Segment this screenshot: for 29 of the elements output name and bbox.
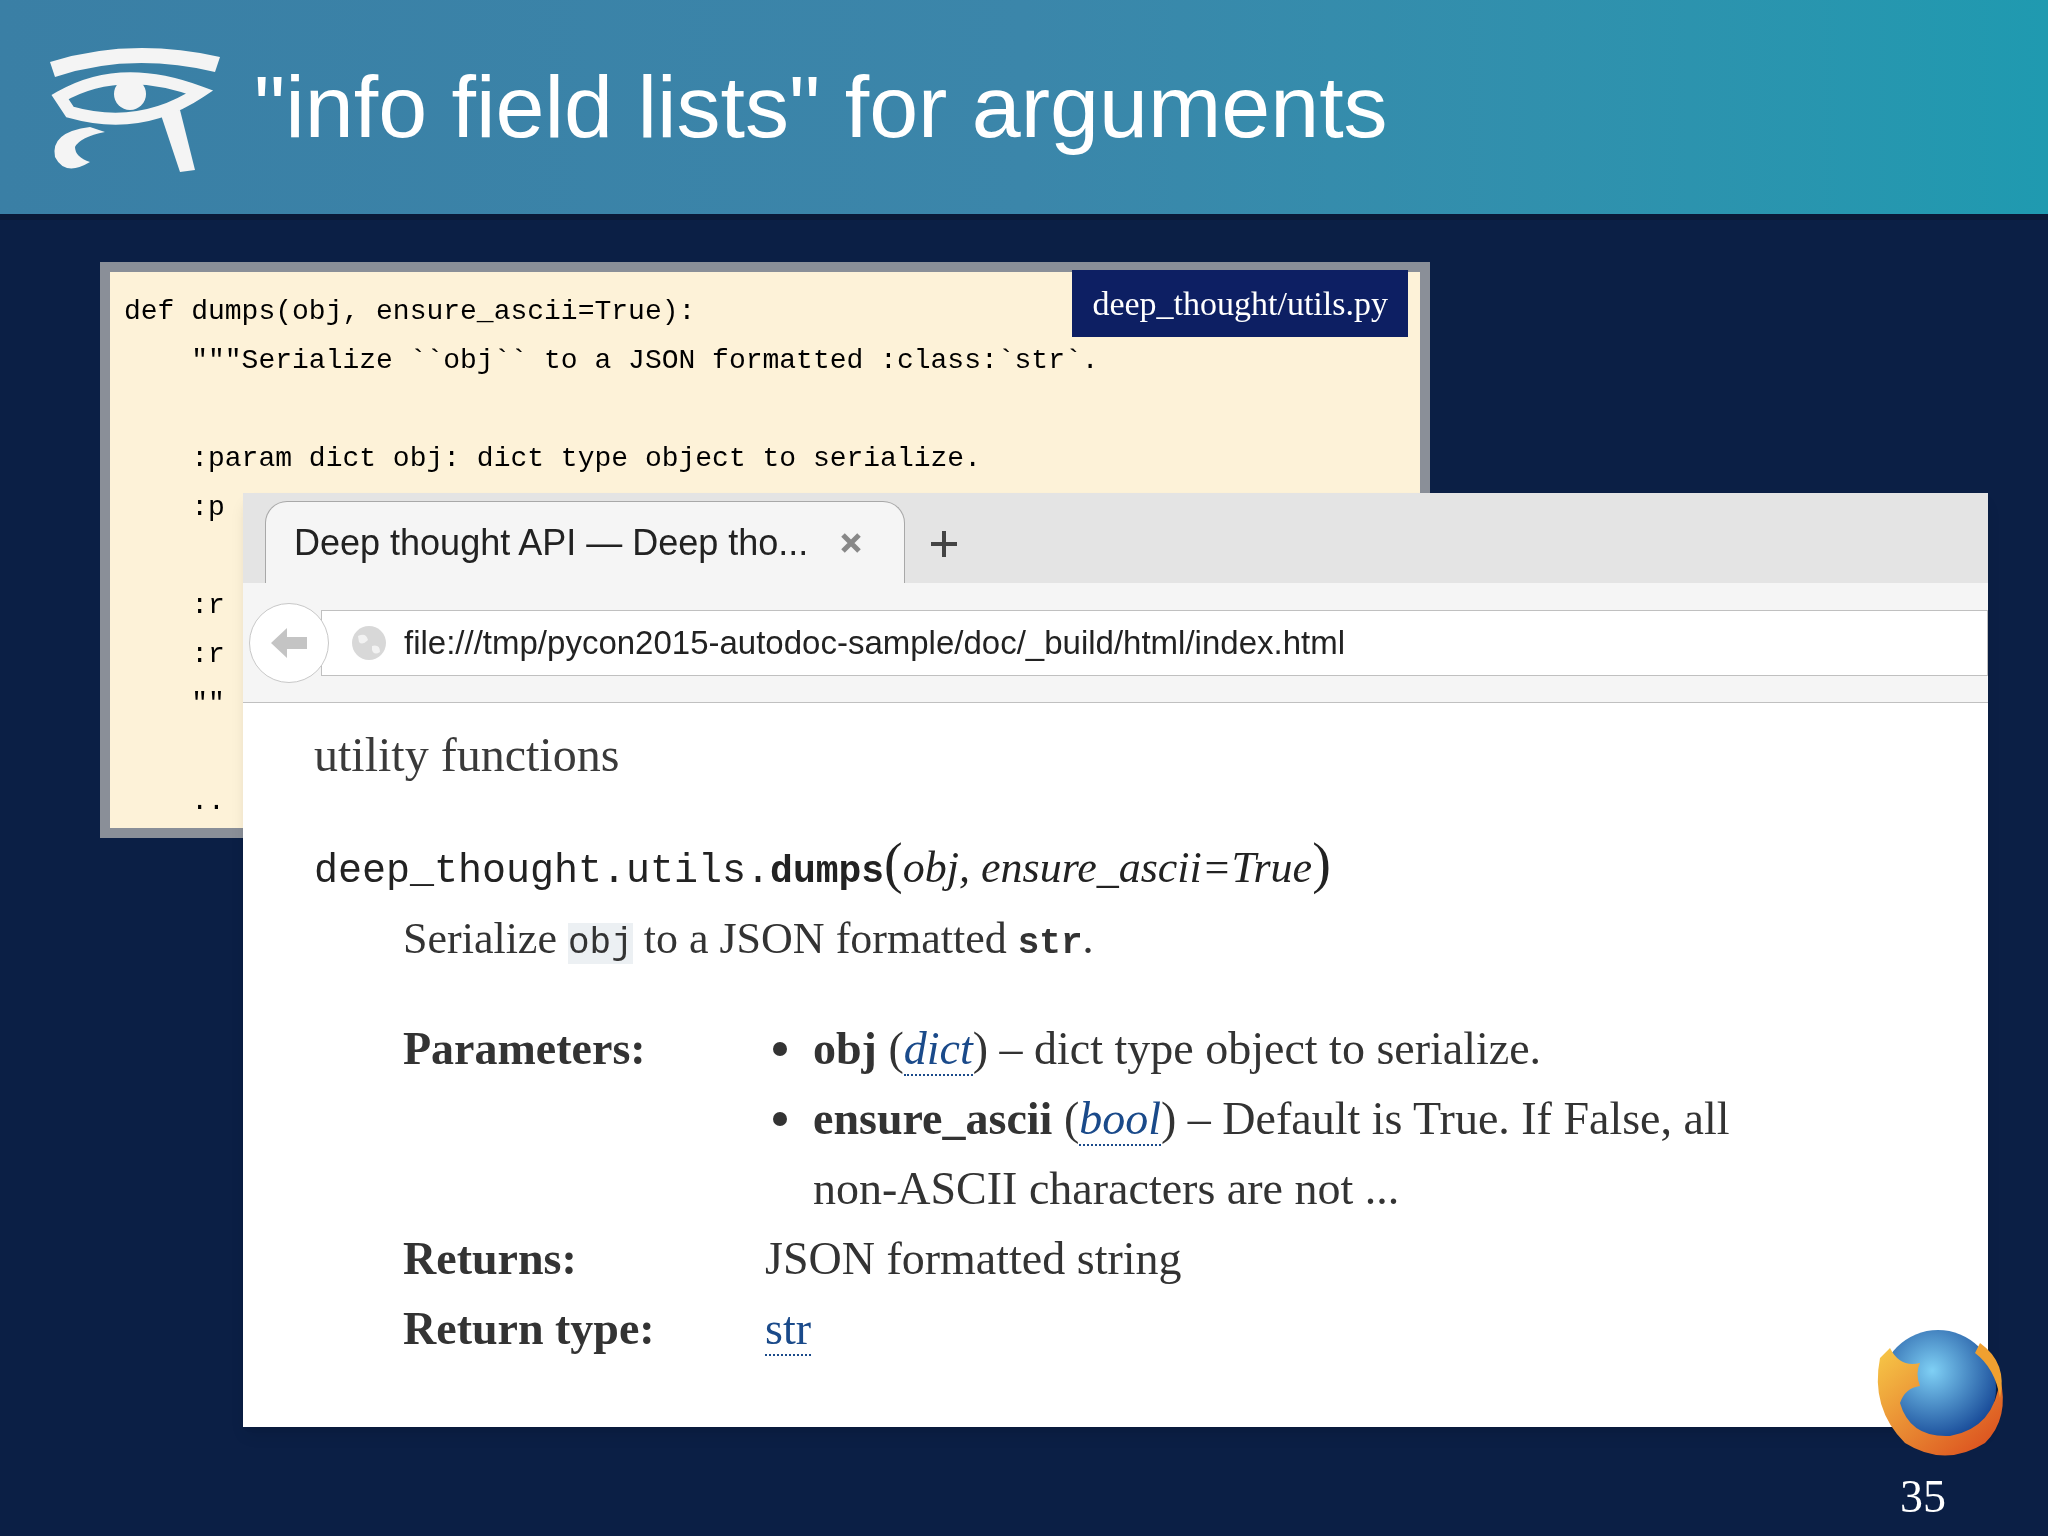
code-line: .. <box>190 785 225 819</box>
returns-value: JSON formatted string <box>765 1232 1182 1286</box>
type-link[interactable]: bool <box>1079 1093 1161 1146</box>
globe-icon <box>350 623 388 662</box>
filename-label: deep_thought/utils.py <box>1072 270 1408 337</box>
type-link[interactable]: dict <box>903 1023 973 1076</box>
new-tab-icon[interactable] <box>929 529 959 559</box>
code-line: :p <box>190 491 225 525</box>
bullet-icon <box>773 1112 787 1126</box>
parameter-description: obj (dict) – dict type object to serialize. <box>813 1022 1543 1078</box>
code-line: "" <box>190 687 225 721</box>
page-number: 35 <box>1900 1470 1946 1524</box>
bullet-icon <box>773 1042 787 1056</box>
close-icon[interactable] <box>840 531 863 554</box>
parameter-description: ensure_ascii (bool) – Default is True. If False, all non-ASCII characters are not ... <box>813 1092 1731 1216</box>
browser-tab[interactable]: Deep thought API — Deep tho... <box>265 501 905 583</box>
code-line: def dumps(obj, ensure_ascii=True): <box>124 295 696 329</box>
function-signature: deep_thought.utils.dumps(obj, ensure_ascii=True) <box>314 835 1331 896</box>
type-link[interactable]: str <box>765 1303 811 1356</box>
function-description: Serialize obj to a JSON formatted str. <box>403 913 1094 966</box>
field-label: Returns: <box>403 1232 577 1286</box>
code-line: :param dict obj: dict type object to serialize. <box>190 442 981 476</box>
section-heading: utility functions <box>314 727 621 783</box>
code-line: :r <box>190 589 225 623</box>
address-bar[interactable]: file:///tmp/pycon2015-autodoc-sample/doc/_build/html/index.html <box>321 609 1988 676</box>
field-label: Return type: <box>403 1302 655 1356</box>
code-line: """Serialize ``obj`` to a JSON formatted :class:`str`. <box>190 344 1099 378</box>
field-label: Parameters: <box>403 1022 646 1076</box>
code-line: :r <box>190 638 225 672</box>
